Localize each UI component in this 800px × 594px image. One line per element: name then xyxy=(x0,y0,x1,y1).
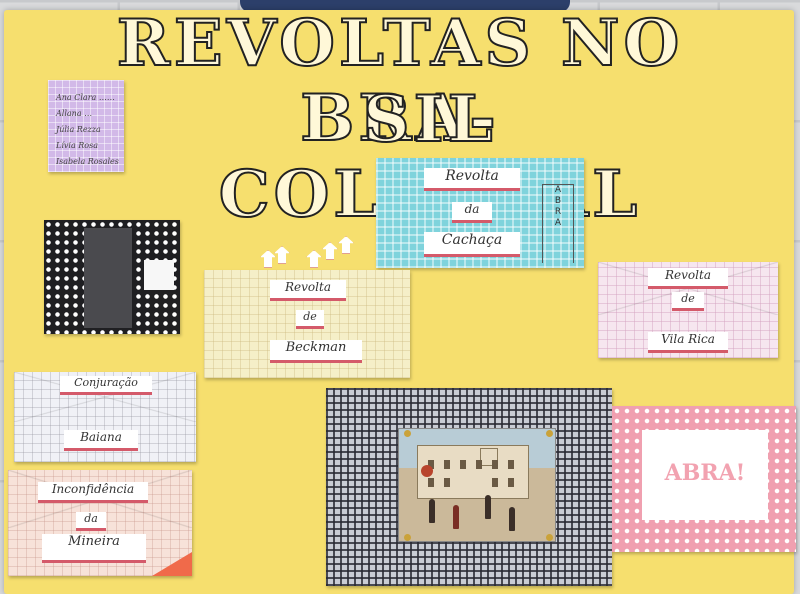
hearts-foldout-card[interactable] xyxy=(44,220,180,334)
abra-letter: A xyxy=(554,218,562,228)
name-item: Isabela Rosales xyxy=(56,157,119,166)
names-list: Ana Clara …… Allana … Júlia Rezza Lívia … xyxy=(56,90,119,170)
figure xyxy=(509,507,515,531)
abra-letter: R xyxy=(554,207,562,217)
folded-newspaper-strip xyxy=(84,228,132,328)
cachaca-label-line1: Revolta xyxy=(424,168,520,191)
figure xyxy=(485,495,491,519)
names-card: Ana Clara …… Allana … Júlia Rezza Lívia … xyxy=(48,80,124,172)
abra-letter: A xyxy=(554,185,562,195)
brass-pin xyxy=(546,534,553,541)
card-conjuracao-baiana[interactable]: Conjuração Baiana xyxy=(14,372,196,462)
vila-rica-label-line1: Revolta xyxy=(648,268,728,289)
card-revolta-beckman[interactable]: Revolta de Beckman xyxy=(204,270,410,378)
vila-rica-label-line3: Vila Rica xyxy=(648,332,728,353)
abra-handwritten: ABRA! xyxy=(664,460,746,486)
colonial-painting-image xyxy=(398,428,556,542)
figure xyxy=(453,505,459,529)
vila-rica-label-line2: de xyxy=(672,292,704,311)
brass-pin xyxy=(546,430,553,437)
name-item: Ana Clara …… xyxy=(56,93,115,102)
conjuracao-label-line1: Conjuração xyxy=(60,376,152,395)
white-inner-panel: ABRA! xyxy=(642,430,768,520)
inconfidencia-label-line3: Mineira xyxy=(42,534,146,563)
beckman-label-line1: Revolta xyxy=(270,280,346,301)
card-picture-frame[interactable] xyxy=(326,388,612,586)
colonial-building xyxy=(417,445,529,499)
card-revolta-cachaca[interactable]: Revolta da Cachaça A B R A xyxy=(376,158,584,268)
card-inconfidencia[interactable]: Inconfidência da Mineira xyxy=(8,470,192,576)
name-item: Lívia Rosa xyxy=(56,141,98,150)
card-abra-pink[interactable]: ABRA! xyxy=(612,406,796,552)
red-balloon xyxy=(421,465,433,477)
name-item: Allana … xyxy=(56,109,93,118)
brass-pin xyxy=(404,430,411,437)
beckman-label-line3: Beckman xyxy=(270,340,362,363)
cachaca-label-line3: Cachaça xyxy=(424,232,520,257)
abra-arrow: A B R A xyxy=(542,184,574,263)
card-revolta-vila-rica[interactable]: Revolta de Vila Rica xyxy=(598,262,778,358)
white-tab xyxy=(144,260,174,290)
inconfidencia-label-line1: Inconfidência xyxy=(38,482,148,503)
conjuracao-label-line2: Baiana xyxy=(64,430,138,451)
abra-letter: B xyxy=(554,196,562,206)
name-item: Júlia Rezza xyxy=(56,125,101,134)
figure xyxy=(429,499,435,523)
cachaca-label-line2: da xyxy=(452,202,492,223)
corner-decoration xyxy=(152,552,192,576)
inconfidencia-label-line2: da xyxy=(76,512,106,531)
brass-pin xyxy=(404,534,411,541)
beckman-label-line2: de xyxy=(296,310,324,329)
